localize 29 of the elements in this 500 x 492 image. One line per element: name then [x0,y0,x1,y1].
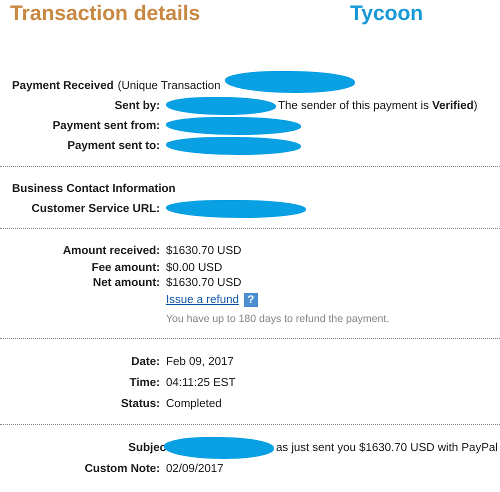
verification-note: The sender of this payment is Verified) [278,100,478,112]
field-value: Feb 09, 2017 [166,356,234,368]
field-label: Time: [128,376,160,388]
field-value: $0.00 USD [166,262,222,274]
page-title: Transaction details [10,2,202,26]
field-label: Payment sent to: [66,140,160,152]
field-value: Completed [166,398,222,410]
field-value: $1630.70 USD [166,276,242,288]
help-icon[interactable]: ? [244,292,258,306]
section-heading: Business Contact Information [12,183,176,195]
refund-note: You have up to 180 days to refund the payment. [166,312,390,324]
field-value: 04:11:25 EST [166,376,236,388]
field-label: Fee amount: [90,262,160,274]
field-label: Net amount: [92,276,160,288]
field-value: as just sent you $1630.70 USD with PayPal [276,442,498,454]
field-label: Subjec [128,442,166,454]
field-label: Status: [120,398,160,410]
field-label: Amount received: [62,244,160,256]
field-label: Custom Note: [84,463,160,475]
field-label: Date: [130,356,160,368]
field-value: $1630.70 USD [166,244,242,256]
transaction-note: (Unique Transaction [118,80,221,92]
section-heading: Payment Received [12,80,114,92]
field-value: 02/09/2017 [166,463,224,475]
refund-link[interactable]: Issue a refund [166,294,239,306]
field-label: Sent by: [114,100,160,112]
field-label: Payment sent from: [52,120,160,132]
brand-name: Tycoon [350,2,424,26]
field-label: Customer Service URL: [30,202,160,214]
